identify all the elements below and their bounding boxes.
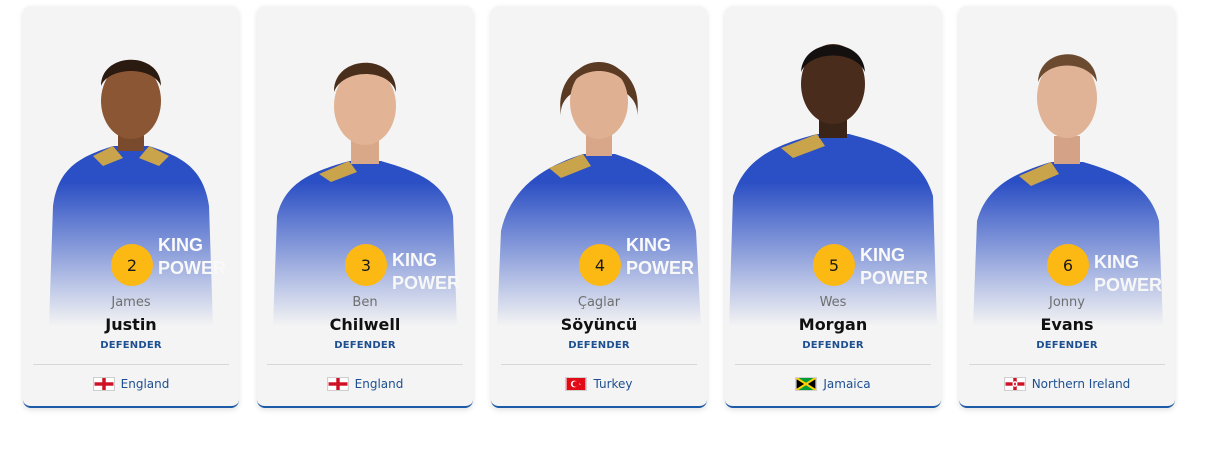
player-last-name: Justin bbox=[105, 315, 157, 334]
player-last-name: Söyüncü bbox=[560, 315, 638, 334]
nationality-label: Turkey bbox=[593, 377, 633, 391]
player-last-name: Evans bbox=[1040, 315, 1094, 334]
flag-jamaica-icon bbox=[795, 377, 818, 391]
player-first-name: Jonny bbox=[1049, 295, 1085, 310]
player-first-name: James bbox=[111, 295, 151, 310]
player-nationality: Northern Ireland bbox=[959, 377, 1175, 391]
flag-northern-ireland-icon bbox=[1003, 377, 1026, 391]
squad-number-badge: 5 bbox=[813, 244, 855, 286]
player-position: DEFENDER bbox=[568, 340, 630, 351]
flag-turkey-icon bbox=[565, 377, 588, 391]
flag-england-icon bbox=[326, 377, 349, 391]
card-divider bbox=[267, 364, 463, 365]
nationality-label: Jamaica bbox=[823, 377, 871, 391]
player-first-name: Ben bbox=[352, 295, 378, 310]
player-card[interactable]: KING POWER 6 Jonny Evans DEFENDER Northe… bbox=[959, 6, 1175, 408]
nationality-label: Northern Ireland bbox=[1031, 377, 1131, 391]
squad-number-badge: 2 bbox=[111, 244, 153, 286]
squad-number-badge: 3 bbox=[345, 244, 387, 286]
squad-number-badge: 4 bbox=[579, 244, 621, 286]
player-nationality: Jamaica bbox=[725, 377, 941, 391]
player-first-name: Çaglar bbox=[577, 295, 621, 310]
player-card-row: KING POWER 2 James Justin DEFENDER Engla… bbox=[0, 0, 1205, 460]
player-card[interactable]: KING POWER 3 Ben Chilwell DEFENDER Engla… bbox=[257, 6, 473, 408]
card-divider bbox=[969, 364, 1165, 365]
flag-england-icon bbox=[92, 377, 115, 391]
card-divider bbox=[501, 364, 697, 365]
player-card[interactable]: KING POWER 5 Wes Morgan DEFENDER Jamaica bbox=[725, 6, 941, 408]
player-nationality: England bbox=[23, 377, 239, 391]
nationality-label: England bbox=[354, 377, 404, 391]
player-last-name: Chilwell bbox=[329, 315, 401, 334]
player-nationality: England bbox=[257, 377, 473, 391]
player-position: DEFENDER bbox=[1036, 340, 1098, 351]
player-last-name: Morgan bbox=[798, 315, 868, 334]
player-card[interactable]: KING POWER 2 James Justin DEFENDER Engla… bbox=[23, 6, 239, 408]
player-position: DEFENDER bbox=[334, 340, 396, 351]
player-nationality: Turkey bbox=[491, 377, 707, 391]
squad-number-badge: 6 bbox=[1047, 244, 1089, 286]
player-first-name: Wes bbox=[819, 295, 847, 310]
player-position: DEFENDER bbox=[100, 340, 162, 351]
player-position: DEFENDER bbox=[802, 340, 864, 351]
nationality-label: England bbox=[120, 377, 170, 391]
player-card[interactable]: KING POWER 4 Çaglar Söyüncü DEFENDER Tur… bbox=[491, 6, 707, 408]
card-divider bbox=[33, 364, 229, 365]
card-divider bbox=[735, 364, 931, 365]
